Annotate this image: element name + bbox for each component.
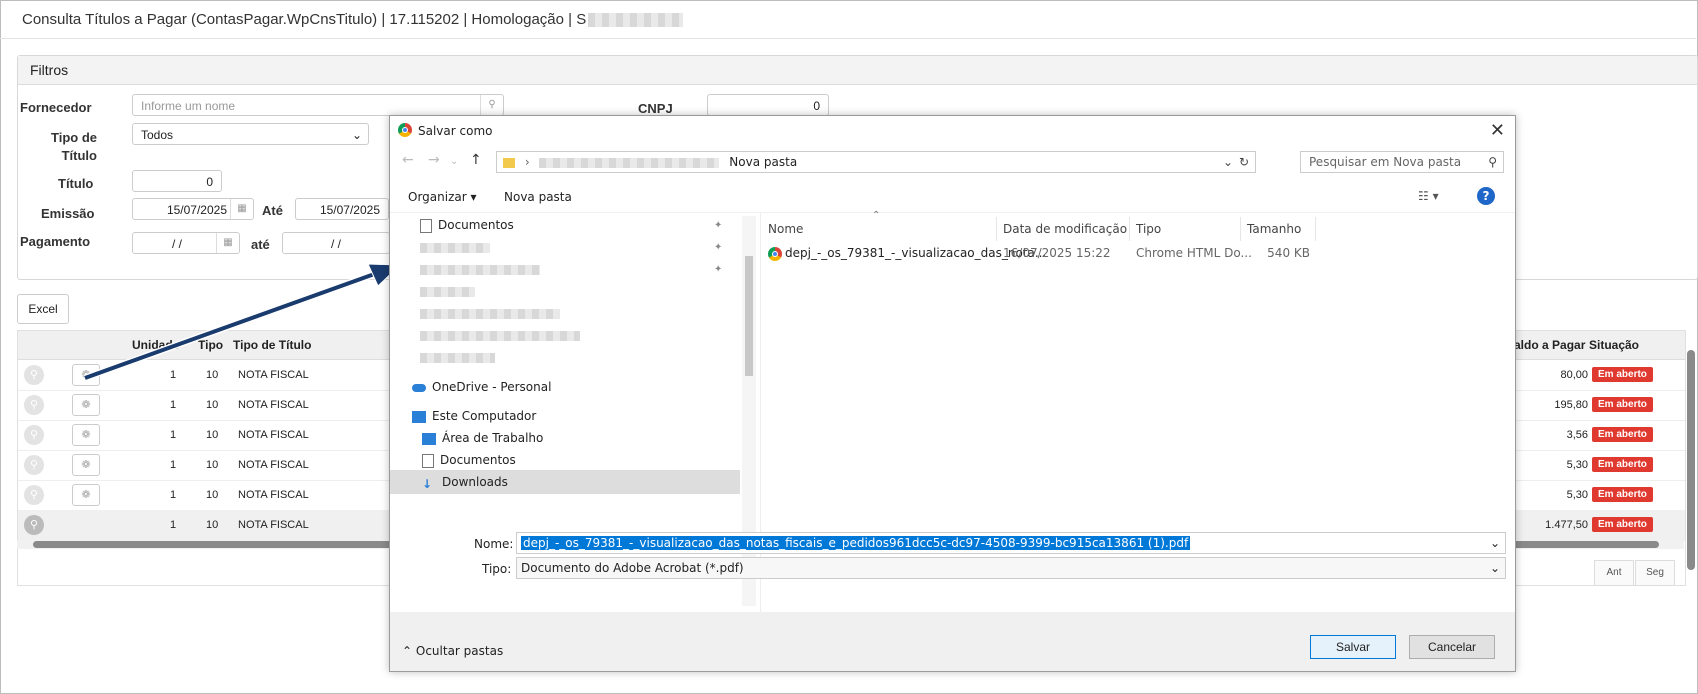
pin-icon[interactable]: ✦ (714, 220, 722, 231)
ocultar-pastas-toggle[interactable]: ⌃ Ocultar pastas (402, 644, 503, 658)
tree-label: Documentos (438, 218, 514, 232)
chevron-down-icon[interactable]: ⌄ (1490, 533, 1500, 553)
tree-label: OneDrive - Personal (432, 380, 552, 394)
file-type: Chrome HTML Do... (1136, 246, 1252, 260)
organizar-menu[interactable]: Organizar ▾ (408, 190, 477, 204)
folder-icon (503, 157, 515, 168)
tree-item-documentos[interactable]: Documentos (420, 218, 514, 233)
cloud-icon (412, 383, 426, 392)
filename-value: depj_-_os_79381_-_visualizacao_das_notas… (521, 536, 1191, 550)
pin-icon[interactable]: ✦ (714, 264, 722, 275)
file-row[interactable]: depj_-_os_79381_-_visualizacao_das_nota.… (762, 241, 1362, 265)
col-tamanho[interactable]: Tamanho (1241, 217, 1316, 241)
file-size: 540 KB (1267, 246, 1310, 260)
chevron-down-icon[interactable]: ⌄ (450, 156, 458, 167)
tree-item-blurred[interactable] (420, 284, 475, 298)
tree-label: Documentos (440, 453, 516, 467)
tree-item-este-computador[interactable]: Este Computador (412, 409, 536, 423)
dialog-title: Salvar como (418, 124, 493, 138)
pin-icon[interactable]: ✦ (714, 242, 722, 253)
chevron-down-icon[interactable]: ⌄ (1490, 558, 1500, 578)
tree-item-documentos-2[interactable]: Documentos (422, 453, 516, 468)
tree-label: Este Computador (432, 409, 537, 423)
tree-label: Downloads (442, 475, 508, 489)
tree-item-area-trabalho[interactable]: Área de Trabalho (422, 431, 543, 445)
tree-label: Área de Trabalho (442, 431, 544, 445)
breadcrumb-current[interactable]: Nova pasta (729, 155, 797, 169)
breadcrumb-separator: › (524, 155, 530, 169)
file-type-select[interactable]: Documento do Adobe Acrobat (*.pdf) ⌄ (516, 557, 1506, 579)
col-tipo[interactable]: Tipo (1130, 217, 1241, 241)
save-as-dialog: Salvar como ✕ ← → ⌄ ↑ › Nova pasta ⌄ ↻ P… (389, 115, 1516, 672)
search-icon: ⚲ (1488, 155, 1497, 169)
refresh-icon[interactable]: ↻ (1239, 152, 1249, 172)
forward-icon[interactable]: → (428, 152, 440, 168)
tree-item-blurred[interactable] (420, 262, 540, 276)
download-icon: ↓ (422, 476, 433, 491)
desktop-icon (422, 432, 436, 445)
file-type-value: Documento do Adobe Acrobat (*.pdf) (521, 561, 744, 575)
cancel-button[interactable]: Cancelar (1409, 635, 1495, 659)
help-icon[interactable]: ? (1477, 187, 1495, 205)
dialog-toolbar: Organizar ▾ Nova pasta ☷ ▾ ? (390, 182, 1515, 213)
computer-icon (412, 410, 426, 423)
chrome-icon (398, 123, 412, 137)
tree-item-onedrive[interactable]: OneDrive - Personal (412, 380, 551, 394)
col-data-modificacao[interactable]: Data de modificação (997, 217, 1130, 241)
save-button[interactable]: Salvar (1310, 635, 1396, 659)
nova-pasta-button[interactable]: Nova pasta (504, 190, 572, 204)
tree-item-blurred[interactable] (420, 240, 490, 254)
tipo-label: Tipo: (482, 562, 512, 576)
ocultar-label: Ocultar pastas (415, 644, 504, 658)
chrome-html-icon (768, 247, 782, 261)
file-date: 16/07/2025 15:22 (1003, 246, 1111, 260)
up-icon[interactable]: ↑ (470, 152, 482, 168)
view-options-icon[interactable]: ☷ ▾ (1418, 189, 1439, 203)
document-icon (422, 453, 434, 468)
tree-item-downloads[interactable]: ↓ Downloads (422, 475, 508, 491)
back-icon[interactable]: ← (402, 152, 414, 168)
search-placeholder: Pesquisar em Nova pasta (1309, 155, 1462, 169)
filename-input[interactable]: depj_-_os_79381_-_visualizacao_das_notas… (516, 532, 1506, 554)
tree-item-blurred[interactable] (420, 328, 580, 342)
organizar-label: Organizar (408, 190, 467, 204)
nome-label: Nome: (474, 537, 514, 551)
tree-item-blurred[interactable] (420, 306, 560, 320)
blurred-path (539, 157, 720, 168)
tree-item-blurred[interactable] (420, 350, 495, 364)
address-bar[interactable]: › Nova pasta ⌄ ↻ (496, 151, 1256, 173)
document-icon (420, 218, 432, 233)
sort-up-icon: ⌃ (872, 210, 881, 221)
close-icon[interactable]: ✕ (1490, 120, 1505, 141)
chevron-down-icon[interactable]: ⌄ (1223, 152, 1233, 172)
scroll-thumb[interactable] (745, 256, 753, 376)
chevron-up-icon: ⌃ (402, 644, 413, 658)
search-input[interactable]: Pesquisar em Nova pasta ⚲ (1300, 151, 1504, 173)
